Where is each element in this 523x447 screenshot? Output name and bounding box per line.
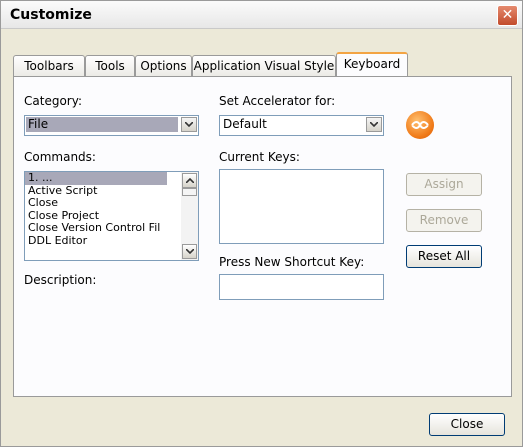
tab-tools[interactable]: Tools [85, 55, 135, 76]
assign-button[interactable]: Assign [406, 173, 482, 196]
accelerator-label: Set Accelerator for: [219, 94, 336, 108]
description-label: Description: [24, 273, 97, 287]
scroll-thumb[interactable] [182, 188, 197, 196]
category-value: File [26, 117, 178, 132]
tab-toolbars[interactable]: Toolbars [13, 55, 85, 76]
list-item[interactable]: Close Version Control Fil [25, 221, 198, 235]
customize-dialog: Customize ✕ Toolbars Tools Options Appli… [0, 0, 523, 447]
list-item[interactable]: Close [25, 196, 198, 210]
accelerator-dropdown[interactable]: Default [219, 115, 384, 136]
shortcut-label: Press New Shortcut Key: [219, 255, 365, 269]
remove-button[interactable]: Remove [406, 209, 482, 232]
tab-options[interactable]: Options [135, 55, 192, 76]
chevron-up-icon[interactable] [182, 173, 197, 188]
window-title: Customize [10, 7, 92, 23]
close-button[interactable]: Close [429, 413, 505, 436]
current-keys-list[interactable] [219, 169, 384, 244]
list-item[interactable]: DDL Editor [25, 234, 198, 248]
accelerator-value: Default [223, 117, 267, 131]
category-label: Category: [24, 94, 82, 108]
current-keys-label: Current Keys: [219, 150, 300, 164]
title-bar[interactable]: Customize ✕ [1, 1, 522, 29]
tab-application-visual-style[interactable]: Application Visual Style [192, 55, 336, 76]
list-item[interactable]: 1. ... [25, 172, 167, 185]
reset-all-button[interactable]: Reset All [406, 245, 482, 268]
commands-scrollbar[interactable] [181, 172, 198, 260]
keyboard-panel: Category: File Set Accelerator for: Defa… [13, 76, 512, 397]
commands-list[interactable]: 1. ... Active Script Close Close Project… [24, 171, 199, 261]
commands-label: Commands: [24, 150, 96, 164]
chevron-down-icon[interactable] [182, 244, 197, 259]
category-dropdown[interactable]: File [24, 115, 199, 136]
chevron-down-icon[interactable] [181, 117, 197, 132]
tab-keyboard[interactable]: Keyboard [336, 52, 408, 78]
accelerator-icon [406, 111, 434, 139]
close-window-button[interactable]: ✕ [497, 5, 518, 26]
shortcut-input[interactable] [219, 274, 384, 300]
chevron-down-icon[interactable] [366, 117, 382, 132]
